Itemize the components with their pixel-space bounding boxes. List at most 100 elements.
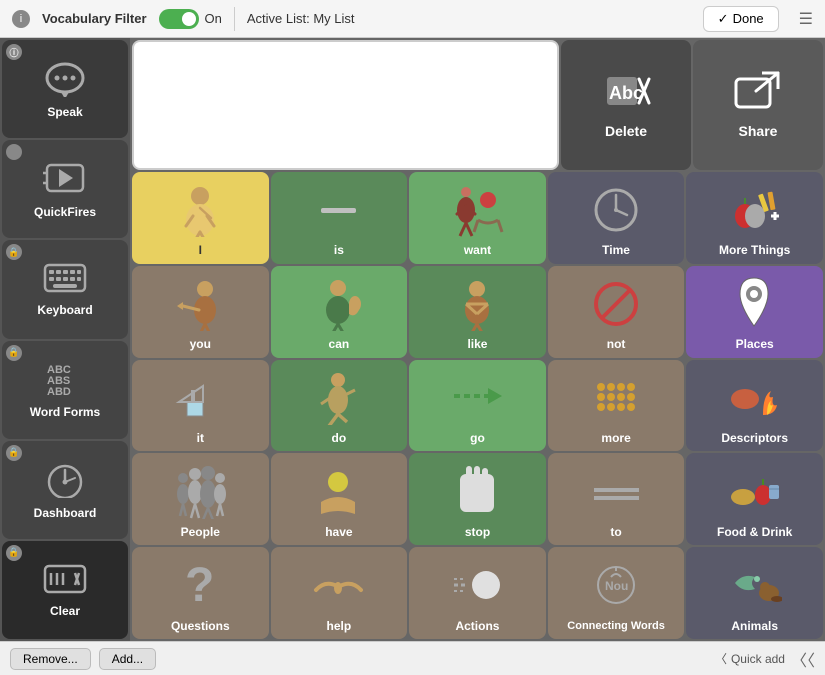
quickfires-icon — [43, 159, 87, 201]
cell-questions[interactable]: ? Questions — [132, 547, 269, 639]
food-drink-icon — [690, 457, 819, 524]
bottom-bar: Remove... Add... 〈 Quick add 〈〈 — [0, 641, 825, 675]
cell-can[interactable]: can — [271, 266, 408, 358]
go-icon — [413, 364, 542, 431]
svg-text:Abc: Abc — [609, 83, 643, 103]
cell-is[interactable]: is — [271, 172, 408, 264]
you-label: you — [190, 337, 211, 351]
sidebar-item-wordforms[interactable]: 🔒 ABC ABS ABD Word Forms — [2, 341, 128, 439]
cell-not[interactable]: not — [548, 266, 685, 358]
active-list-label: Active List: My List — [247, 11, 355, 26]
people-label: People — [181, 525, 220, 539]
cell-i[interactable]: I — [132, 172, 269, 264]
list-icon[interactable]: ☰ — [799, 9, 813, 29]
share-label: Share — [739, 123, 778, 139]
text-input-row: Abc Delete Share — [132, 40, 823, 170]
not-icon — [552, 270, 681, 337]
can-label: can — [329, 337, 350, 351]
speak-icon — [43, 59, 87, 101]
chevron-left-icon: 〈 — [715, 650, 727, 667]
cell-you[interactable]: you — [132, 266, 269, 358]
cell-people[interactable]: People — [132, 453, 269, 545]
delete-button[interactable]: Abc Delete — [561, 40, 691, 170]
info-icon[interactable]: i — [12, 10, 30, 28]
do-icon — [275, 364, 404, 431]
do-label: do — [332, 431, 347, 445]
quick-add-button[interactable]: 〈 Quick add — [715, 650, 785, 667]
wordforms-badge: 🔒 — [6, 345, 22, 361]
remove-button[interactable]: Remove... — [10, 648, 91, 670]
have-icon — [275, 457, 404, 524]
text-input-box[interactable] — [132, 40, 559, 170]
connecting-words-icon: Nou — [552, 551, 681, 620]
more-things-icon — [690, 176, 819, 243]
share-button[interactable]: Share — [693, 40, 823, 170]
double-chevron-icon[interactable]: 〈〈 — [791, 647, 815, 671]
more-label: more — [601, 431, 630, 445]
cell-time[interactable]: Time — [548, 172, 685, 264]
clear-badge: 🔒 — [6, 545, 22, 561]
more-icon — [552, 364, 681, 431]
add-button[interactable]: Add... — [99, 648, 156, 670]
grid-row-3: it — [132, 360, 823, 452]
cell-to[interactable]: to — [548, 453, 685, 545]
cell-connecting-words[interactable]: Nou Connecting Words — [548, 547, 685, 639]
vocabulary-toggle[interactable] — [159, 9, 199, 29]
cell-more-things[interactable]: More Things — [686, 172, 823, 264]
places-icon — [690, 270, 819, 337]
cell-more[interactable]: more — [548, 360, 685, 452]
done-button[interactable]: ✓ Done — [703, 6, 779, 32]
cell-want[interactable]: want — [409, 172, 546, 264]
app-title: Vocabulary Filter — [42, 11, 147, 26]
can-icon — [275, 270, 404, 337]
questions-icon: ? — [136, 551, 265, 618]
word-grid: I is — [132, 172, 823, 639]
stop-label: stop — [465, 525, 490, 539]
svg-text:?: ? — [185, 559, 214, 612]
cell-have[interactable]: have — [271, 453, 408, 545]
delete-label: Delete — [605, 123, 647, 139]
cell-like[interactable]: like — [409, 266, 546, 358]
grid-row-4: People have — [132, 453, 823, 545]
cell-places[interactable]: Places — [686, 266, 823, 358]
keyboard-label: Keyboard — [37, 303, 92, 317]
share-icon — [734, 71, 782, 119]
time-icon — [552, 176, 681, 243]
not-label: not — [607, 337, 626, 351]
cell-food-drink[interactable]: Food & Drink — [686, 453, 823, 545]
want-icon — [413, 176, 542, 243]
cell-it[interactable]: it — [132, 360, 269, 452]
sidebar-item-quickfires[interactable]: QuickFires — [2, 140, 128, 238]
cell-do[interactable]: do — [271, 360, 408, 452]
food-drink-label: Food & Drink — [717, 525, 792, 539]
toggle-label: On — [205, 11, 222, 26]
cell-descriptors[interactable]: Descriptors — [686, 360, 823, 452]
to-icon — [552, 457, 681, 524]
animals-label: Animals — [731, 619, 778, 633]
actions-label: Actions — [455, 619, 499, 633]
cell-stop[interactable]: stop — [409, 453, 546, 545]
i-label: I — [199, 243, 202, 257]
more-things-label: More Things — [719, 243, 790, 257]
help-icon — [275, 551, 404, 618]
cell-go[interactable]: go — [409, 360, 546, 452]
content-area: Abc Delete Share — [130, 38, 825, 641]
cell-animals[interactable]: Animals — [686, 547, 823, 639]
toggle-wrap: On — [159, 9, 222, 29]
sidebar-item-keyboard[interactable]: 🔒 Keyboard — [2, 240, 128, 338]
cell-actions[interactable]: Actions — [409, 547, 546, 639]
quickfires-badge — [6, 144, 22, 160]
clear-label: Clear — [50, 604, 80, 618]
cell-help[interactable]: help — [271, 547, 408, 639]
quickfires-label: QuickFires — [34, 205, 96, 219]
help-label: help — [327, 619, 352, 633]
places-label: Places — [736, 337, 774, 351]
sidebar-item-clear[interactable]: 🔒 Clear — [2, 541, 128, 639]
people-icon — [136, 457, 265, 524]
want-label: want — [464, 243, 491, 257]
it-icon — [136, 364, 265, 431]
sidebar-item-dashboard[interactable]: 🔒 Dashboard — [2, 441, 128, 539]
keyboard-badge: 🔒 — [6, 244, 22, 260]
speak-label: Speak — [47, 105, 82, 119]
sidebar-item-speak[interactable]: ⓘ Speak — [2, 40, 128, 138]
